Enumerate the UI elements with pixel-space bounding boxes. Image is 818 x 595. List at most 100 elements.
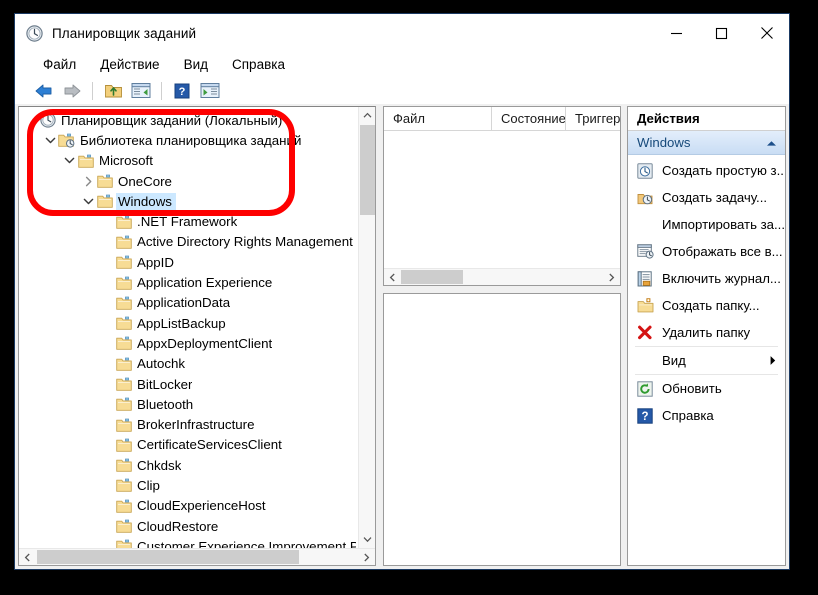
folder-icon (115, 357, 132, 371)
folder-icon (115, 418, 132, 432)
tree-node[interactable]: Bluetooth (19, 394, 358, 414)
tree-node[interactable]: CloudRestore (19, 516, 358, 536)
column-header[interactable]: Состояние (492, 107, 566, 130)
tree-node[interactable]: Active Directory Rights Management Servi… (19, 232, 358, 252)
action-item[interactable]: Отображать все в... (628, 238, 785, 265)
folder-icon (115, 316, 132, 330)
screenshot-root: Планировщик заданий Файл Действие Вид Сп… (0, 0, 818, 595)
tree-node[interactable]: BrokerInfrastructure (19, 414, 358, 434)
folder-icon (115, 276, 132, 290)
menu-action[interactable]: Действие (90, 55, 169, 74)
tree-node[interactable]: CertificateServicesClient (19, 435, 358, 455)
action-item-label: Включить журнал... (662, 271, 781, 286)
tree-scroll-area: Планировщик заданий (Локальный) Библиоте… (19, 107, 375, 548)
action-item[interactable]: ? Справка (628, 402, 785, 429)
close-button[interactable] (744, 14, 789, 52)
show-action-pane-icon[interactable] (197, 79, 223, 103)
scroll-left-button[interactable] (19, 549, 36, 565)
tree-node-label: AppxDeploymentClient (137, 335, 273, 351)
scroll-thumb[interactable] (360, 125, 375, 215)
tree-node[interactable]: AppxDeploymentClient (19, 333, 358, 353)
menu-file[interactable]: Файл (33, 55, 86, 74)
chevron-down-icon[interactable] (61, 155, 77, 166)
task-scroll-left-button[interactable] (384, 269, 401, 285)
tree-node[interactable]: Планировщик заданий (Локальный) (19, 110, 358, 130)
action-item-label: Импортировать за... (662, 217, 785, 232)
task-list-container: ФайлСостояниеТриггерыВ (383, 106, 621, 286)
chevron-right-icon[interactable] (80, 176, 96, 187)
task-list-horizontal-scrollbar[interactable] (384, 268, 620, 285)
toolbar: ? (15, 77, 789, 104)
scroll-down-button[interactable] (359, 531, 375, 548)
minimize-button[interactable] (654, 14, 699, 52)
back-arrow-icon[interactable] (31, 79, 57, 103)
action-item[interactable]: Создать простую з... (628, 157, 785, 184)
window-body: Планировщик заданий (Локальный) Библиоте… (15, 104, 789, 569)
tree-node[interactable]: ApplicationData (19, 293, 358, 313)
action-item[interactable]: Создать папку... (628, 292, 785, 319)
chevron-down-icon[interactable] (42, 135, 58, 146)
tree-node[interactable]: Application Experience (19, 272, 358, 292)
tree-node-label: Планировщик заданий (Локальный) (61, 112, 283, 128)
action-item[interactable]: Удалить папку (628, 319, 785, 346)
tree-node-label: OneCore (118, 173, 172, 189)
action-item-label: Создать задачу... (662, 190, 768, 205)
chevron-up-icon[interactable] (766, 135, 777, 150)
tree-vertical-scrollbar[interactable] (358, 107, 375, 548)
help-icon[interactable]: ? (169, 79, 195, 103)
tree-node[interactable]: CloudExperienceHost (19, 496, 358, 516)
folder-icon (115, 499, 132, 513)
tree-node[interactable]: Clip (19, 475, 358, 495)
actions-list: Создать простую з... Создать задачу... Им… (628, 155, 785, 565)
task-scroll-thumb[interactable] (401, 270, 463, 284)
action-item[interactable]: Обновить (628, 375, 785, 402)
tree-node[interactable]: Библиотека планировщика заданий (19, 130, 358, 150)
tree-node[interactable]: Chkdsk (19, 455, 358, 475)
scroll-thumb-horizontal[interactable] (37, 550, 299, 564)
menu-help[interactable]: Справка (222, 55, 295, 74)
actions-group-header[interactable]: Windows (628, 131, 785, 155)
tree-horizontal-scrollbar[interactable] (19, 548, 375, 565)
actions-pane: Действия Windows Создать простую з... Со… (627, 106, 786, 566)
window-title: Планировщик заданий (52, 25, 197, 41)
column-header[interactable]: Файл (384, 107, 492, 130)
tree-node[interactable]: Autochk (19, 354, 358, 374)
tree-node-label: Application Experience (137, 275, 273, 291)
task-scroll-right-button[interactable] (603, 269, 620, 285)
folder-icon (96, 194, 113, 209)
chevron-down-icon[interactable] (80, 196, 96, 207)
folder-icon (115, 235, 132, 249)
tree-node[interactable]: OneCore (19, 171, 358, 191)
action-item[interactable]: Включить журнал... (628, 265, 785, 292)
toolbar-separator-1 (92, 81, 93, 100)
actions-group-label: Windows (637, 135, 691, 150)
action-item[interactable]: Создать задачу... (628, 184, 785, 211)
folder-clock-icon (58, 133, 75, 148)
tree-node[interactable]: Customer Experience Improvement Program (19, 536, 358, 548)
tree-node[interactable]: .NET Framework (19, 211, 358, 231)
tree-node[interactable]: Windows (19, 191, 358, 211)
task-rows (384, 131, 620, 268)
forward-arrow-icon[interactable] (59, 79, 85, 103)
show-hide-tree-icon[interactable] (128, 79, 154, 103)
scroll-up-button[interactable] (359, 107, 375, 124)
tree-node[interactable]: BitLocker (19, 374, 358, 394)
folder-up-icon[interactable] (100, 79, 126, 103)
column-header[interactable]: Триггеры (566, 107, 620, 130)
svg-text:?: ? (641, 411, 648, 423)
action-item-label: Обновить (662, 381, 722, 396)
action-item[interactable]: Вид (628, 347, 785, 374)
tree-node[interactable]: AppID (19, 252, 358, 272)
folder-icon (115, 438, 132, 452)
tree-node[interactable]: AppListBackup (19, 313, 358, 333)
task-list-pane: ФайлСостояниеТриггерыВ (383, 106, 621, 566)
action-item[interactable]: Импортировать за... (628, 211, 785, 238)
tree-node-label: AppListBackup (137, 315, 226, 331)
tree-node[interactable]: Microsoft (19, 151, 358, 171)
tree-node-label: CertificateServicesClient (137, 437, 282, 453)
new-task-icon (635, 190, 655, 206)
menu-view[interactable]: Вид (174, 55, 218, 74)
maximize-button[interactable] (699, 14, 744, 52)
scroll-right-button[interactable] (358, 549, 375, 565)
tree-node-label: Microsoft (99, 153, 153, 169)
